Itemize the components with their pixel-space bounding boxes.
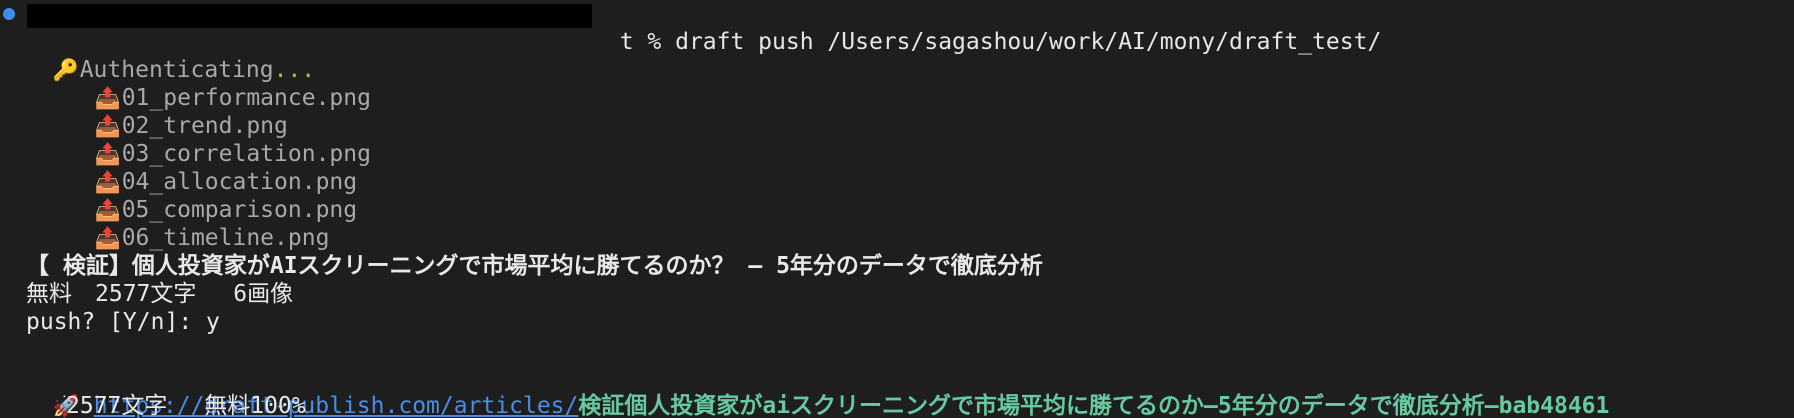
confirm-prompt: push? [Y/n]: y: [26, 309, 220, 335]
file-line: 📤03_correlation.png: [66, 112, 371, 167]
file-name: 06_timeline.png: [121, 225, 330, 251]
file-line: 📤05_comparison.png: [66, 168, 357, 223]
result-line: 🚀 https://draft-publish.com/articles/検証個人…: [24, 364, 1610, 418]
article-url-slug[interactable]: 検証個人投資家がaiスクリーニングで市場平均に勝てるのか–5年分のデータで徹底分…: [578, 393, 1609, 418]
result-meta: 2577文字 無料100%: [66, 393, 306, 418]
file-line: 📤04_allocation.png: [66, 140, 357, 195]
outbox-tray-icon: 📤: [94, 226, 121, 250]
command-text: draft push /Users/sagashou/work/AI/mony/…: [675, 29, 1382, 55]
file-line: 📤02_trend.png: [66, 84, 288, 139]
file-line: 📤01_performance.png: [66, 56, 371, 111]
article-title: 【 検証】個人投資家がAIスクリーニングで市場平均に勝てるのか？ – 5年分のデ…: [26, 253, 1043, 279]
auth-line: 🔑Authenticating...: [24, 28, 316, 83]
article-meta: 無料 2577文字 6画像: [26, 281, 294, 307]
file-line: 📤06_timeline.png: [66, 196, 330, 251]
command-line[interactable]: t % draft push /Users/sagashou/work/AI/m…: [0, 0, 1382, 55]
prompt-tail: t %: [619, 29, 676, 55]
